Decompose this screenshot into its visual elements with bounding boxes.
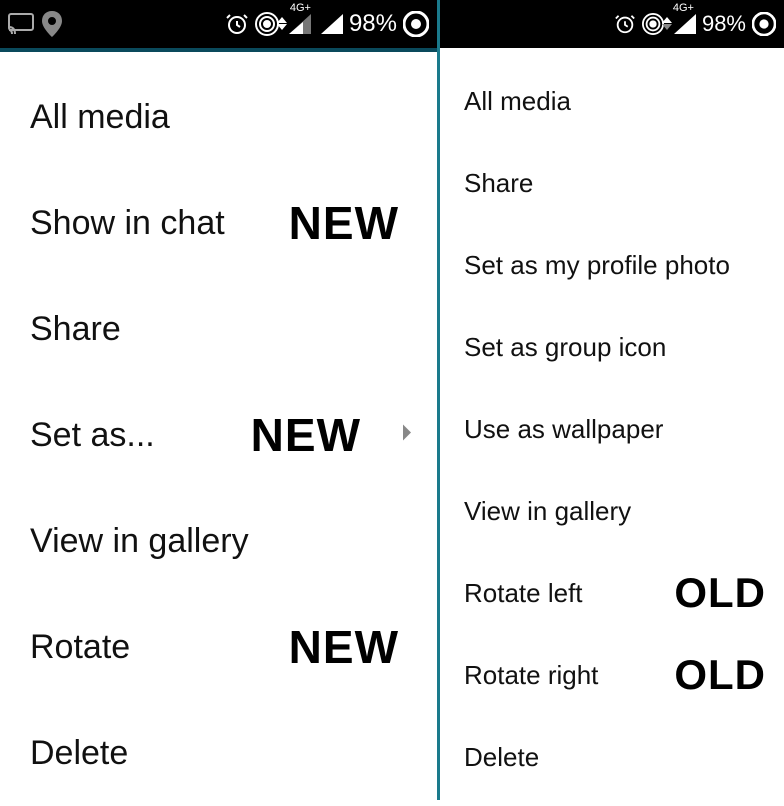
- menu-label: Rotate right: [464, 660, 598, 691]
- battery-circle-icon: [403, 11, 429, 37]
- alarm-icon: [614, 13, 636, 35]
- menu-label: View in gallery: [30, 522, 249, 561]
- left-menu: All media Show in chat NEW Share Set as.…: [0, 48, 437, 806]
- menu-view-in-gallery[interactable]: View in gallery: [0, 488, 437, 594]
- menu-share[interactable]: Share: [440, 142, 784, 224]
- menu-all-media[interactable]: All media: [0, 64, 437, 170]
- menu-share[interactable]: Share: [0, 276, 437, 382]
- menu-label: Delete: [464, 742, 539, 773]
- menu-show-in-chat[interactable]: Show in chat NEW: [0, 170, 437, 276]
- right-panel: 4G+ 98% All media Share Set as my profil…: [440, 0, 784, 800]
- menu-use-as-wallpaper[interactable]: Use as wallpaper: [440, 388, 784, 470]
- menu-set-profile-photo[interactable]: Set as my profile photo: [440, 224, 784, 306]
- alarm-icon: [225, 12, 249, 36]
- hotspot-icon: [255, 12, 279, 36]
- annotation-old: OLD: [674, 569, 766, 617]
- chevron-right-icon: [401, 423, 415, 448]
- menu-label: Rotate left: [464, 578, 583, 609]
- network-label: 4G+: [290, 2, 311, 14]
- menu-label: All media: [464, 86, 571, 117]
- hotspot-icon: [642, 13, 664, 35]
- signal-1: 4G+: [289, 14, 311, 34]
- menu-label: View in gallery: [464, 496, 631, 527]
- signal-2: [321, 14, 343, 34]
- menu-label: All media: [30, 98, 170, 137]
- battery-percent: 98%: [349, 10, 397, 38]
- battery-circle-icon: [752, 12, 776, 36]
- menu-label: Set as group icon: [464, 332, 666, 363]
- annotation-new: NEW: [251, 408, 361, 462]
- status-bar-right: 4G+ 98%: [440, 0, 784, 48]
- menu-rotate-right[interactable]: Rotate right OLD: [440, 634, 784, 716]
- annotation-new: NEW: [289, 196, 399, 250]
- menu-delete[interactable]: Delete: [0, 700, 437, 806]
- menu-delete[interactable]: Delete: [440, 716, 784, 798]
- menu-rotate[interactable]: Rotate NEW: [0, 594, 437, 700]
- signal: 4G+: [674, 14, 696, 34]
- menu-label: Delete: [30, 734, 128, 773]
- cast-icon: [8, 13, 34, 35]
- menu-label: Share: [30, 310, 121, 349]
- annotation-old: OLD: [674, 651, 766, 699]
- menu-label: Use as wallpaper: [464, 414, 663, 445]
- menu-rotate-left[interactable]: Rotate left OLD: [440, 552, 784, 634]
- menu-label: Share: [464, 168, 533, 199]
- menu-label: Rotate: [30, 628, 130, 667]
- right-menu: All media Share Set as my profile photo …: [440, 48, 784, 798]
- menu-label: Show in chat: [30, 204, 225, 243]
- left-panel: 4G+ 98% All media Show in chat NEW Share…: [0, 0, 440, 800]
- menu-view-in-gallery[interactable]: View in gallery: [440, 470, 784, 552]
- menu-label: Set as...: [30, 416, 155, 455]
- menu-set-group-icon[interactable]: Set as group icon: [440, 306, 784, 388]
- menu-all-media[interactable]: All media: [440, 60, 784, 142]
- menu-label: Set as my profile photo: [464, 250, 730, 281]
- menu-set-as[interactable]: Set as... NEW: [0, 382, 437, 488]
- location-icon: [42, 11, 62, 37]
- annotation-new: NEW: [289, 620, 399, 674]
- network-label: 4G+: [673, 2, 694, 14]
- status-bar-left: 4G+ 98%: [0, 0, 437, 48]
- battery-percent: 98%: [702, 11, 746, 37]
